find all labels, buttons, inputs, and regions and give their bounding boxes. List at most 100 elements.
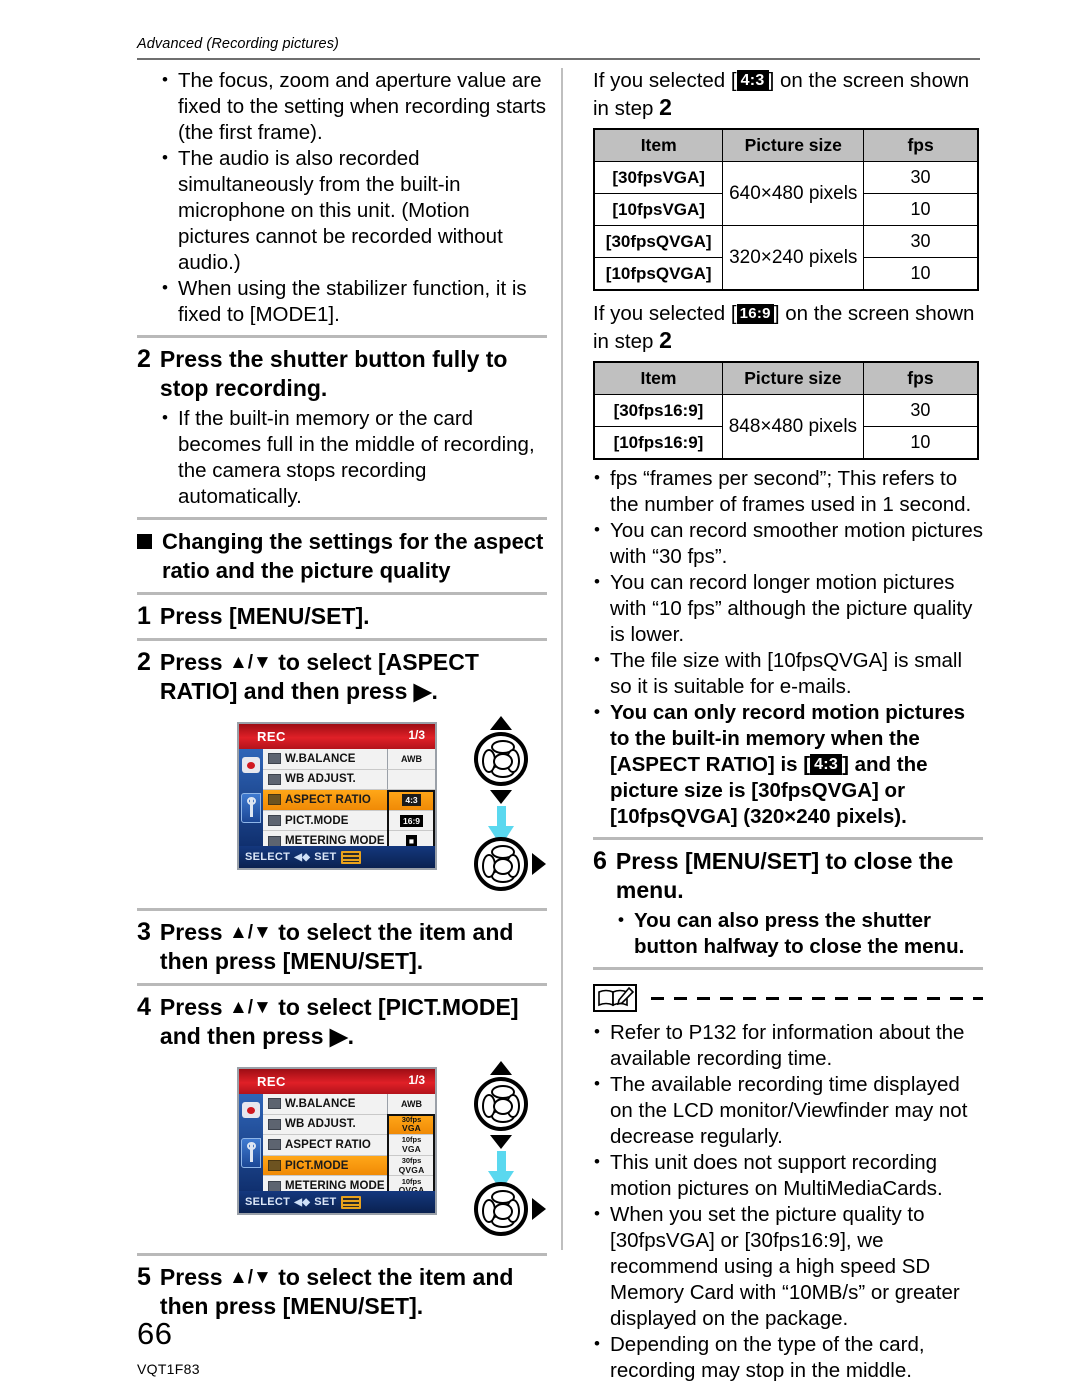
section-rule [137, 517, 547, 520]
square-bullet-icon [137, 534, 152, 549]
aspect-169-chip: 16:9 [399, 814, 423, 827]
lcd-menu-label: WB ADJUST. [285, 773, 356, 786]
list-item: When you set the picture quality to [30f… [593, 1201, 983, 1332]
column-header-picture-size: Picture size [722, 128, 865, 162]
step-number: 5 [137, 1263, 151, 1291]
size-label: QVGA [398, 1164, 425, 1175]
pict-mode-icon [268, 1160, 281, 1172]
section-rule [593, 837, 983, 840]
up-down-arrow-icon: ▲/▼ [228, 652, 272, 673]
table-4-3-picture-sizes: Item Picture size fps [30fpsVGA] 640×480… [593, 128, 979, 291]
intro-pre: If you selected [ [593, 69, 737, 92]
step-2-aspect-ratio: 2 Press ▲/▼ to select [ASPECT RATIO] and… [137, 648, 547, 706]
size-label: VGA [401, 1143, 422, 1154]
cell-fps: 10 [863, 193, 979, 226]
lcd-menu-label: ASPECT RATIO [285, 1138, 371, 1151]
step-number: 3 [137, 918, 151, 946]
lcd-value: AWB [387, 1094, 435, 1115]
lcd-footer-bar: SELECT ◀◆ SET [239, 846, 435, 868]
section-rule [137, 335, 547, 338]
column-header-fps: fps [862, 361, 979, 395]
lcd-footer-bar: SELECT ◀◆ SET [239, 1191, 435, 1213]
step-text-a: Press [159, 919, 229, 945]
fps-bullet-list: fps “frames per second”; This refers to … [593, 465, 983, 830]
quality-option: 10fps VGA [402, 1136, 422, 1153]
lcd-menu-label: PICT.MODE [285, 1159, 349, 1172]
left-right-arrow-icon: ◀◆ [294, 851, 311, 863]
cursor-pad-group-1 [467, 714, 547, 894]
pict-mode-icon [268, 815, 281, 827]
step-text-a: Press [159, 649, 229, 675]
up-down-arrow-icon: ▲/▼ [228, 1267, 272, 1288]
table-16-9-picture-sizes: Item Picture size fps [30fps16:9] 848×48… [593, 361, 979, 460]
header-rule [137, 58, 980, 60]
wb-adjust-icon [268, 773, 281, 785]
lcd-menu-label: WB ADJUST. [285, 1118, 356, 1131]
section-rule [137, 1253, 547, 1256]
step-number: 2 [137, 648, 151, 676]
step-text-a: Press [159, 994, 229, 1020]
lcd-page-indicator: 1/3 [408, 728, 425, 742]
lcd-value-column: AWB 4:3 16:9 ■ [387, 749, 435, 852]
list-item: fps “frames per second”; This refers to … [593, 465, 983, 518]
pad-center-key [493, 753, 513, 770]
step-3-select-item: 3 Press ▲/▼ to select the item and then … [137, 918, 547, 976]
lcd-value-selected: 30fps VGA [387, 1114, 435, 1136]
subsection-heading: Changing the settings for the aspect rat… [137, 527, 547, 585]
cursor-pad-icon [474, 1182, 528, 1236]
cell-fps: 30 [862, 394, 979, 427]
step-title: Press [MENU/SET]. [159, 603, 370, 629]
cell-fps: 30 [863, 225, 979, 258]
lcd-value: 16:9 [387, 810, 435, 832]
wb-adjust-icon [268, 1118, 281, 1130]
aspect-ratio-43-badge: 4:3 [810, 754, 843, 775]
step-title: Press [MENU/SET] to close the menu. [615, 848, 954, 903]
lcd-value-column: AWB 30fpsVGA 10fpsVGA 30fpsQVGA 10fpsQVG… [387, 1094, 435, 1197]
aspect-ratio-43-badge: 4:3 [736, 70, 769, 91]
right-arrow-icon [532, 853, 546, 875]
section-rule [137, 638, 547, 641]
pad-center-key [493, 858, 513, 875]
list-item: The audio is also recorded simultaneousl… [161, 145, 547, 276]
right-column: If you selected [4:3] on the screen show… [593, 68, 983, 1384]
step-4-pict-mode: 4 Press ▲/▼ to select [PICT.MODE] and th… [137, 993, 547, 1051]
lcd-value-empty [387, 769, 435, 791]
list-item: The file size with [10fpsQVGA] is small … [593, 647, 983, 700]
step-6-close-menu: 6 Press [MENU/SET] to close the menu. [593, 847, 983, 905]
size-label: VGA [401, 1123, 422, 1134]
list-item: You can record smoother motion pictures … [593, 517, 983, 570]
lcd-menu-label: PICT.MODE [285, 814, 349, 827]
lcd-mode-label: REC [257, 729, 286, 744]
wrench-tab-icon [241, 793, 261, 823]
step-number: 1 [137, 602, 151, 630]
cell-picture-size: 848×480 pixels [721, 394, 864, 460]
note-dashed-rule [651, 997, 983, 1000]
table-row: [30fpsVGA] 640×480 pixels 30 [593, 161, 979, 226]
section-rule [137, 908, 547, 911]
list-item: Depending on the type of the card, recor… [593, 1331, 983, 1384]
section-rule [593, 967, 983, 970]
step-title: Press ▲/▼ to select the item and then pr… [160, 918, 547, 976]
list-item: If the built-in memory or the card becom… [161, 405, 547, 510]
cell-item: [30fpsVGA] [593, 161, 724, 194]
lcd-footer-set-label: SET [314, 1196, 337, 1208]
aspect-ratio-icon [268, 1139, 281, 1151]
table-row: [30fpsQVGA] 320×240 pixels 30 [593, 225, 979, 291]
lcd-value-selected: 4:3 [387, 790, 435, 811]
cell-fps: 30 [863, 161, 979, 194]
menu-set-button-icon [341, 850, 362, 864]
wb-icon [268, 1098, 281, 1110]
section-rule [137, 592, 547, 595]
manual-page: Advanced (Recording pictures) The focus,… [0, 0, 1080, 1397]
cursor-pad-icon [474, 1077, 528, 1131]
cell-picture-size: 320×240 pixels [722, 225, 865, 291]
down-arrow-icon [490, 790, 512, 804]
step-6-bullets: You can also press the shutter button ha… [617, 907, 983, 960]
list-item: The focus, zoom and aperture value are f… [161, 67, 547, 146]
lcd-title-bar: REC 1/3 [239, 724, 435, 749]
lcd-tab-strip [239, 1094, 263, 1191]
lcd-value: 30fps QVGA [387, 1155, 435, 1177]
camera-tab-icon [242, 757, 260, 773]
down-arrow-icon [490, 1135, 512, 1149]
column-divider [561, 68, 563, 1250]
